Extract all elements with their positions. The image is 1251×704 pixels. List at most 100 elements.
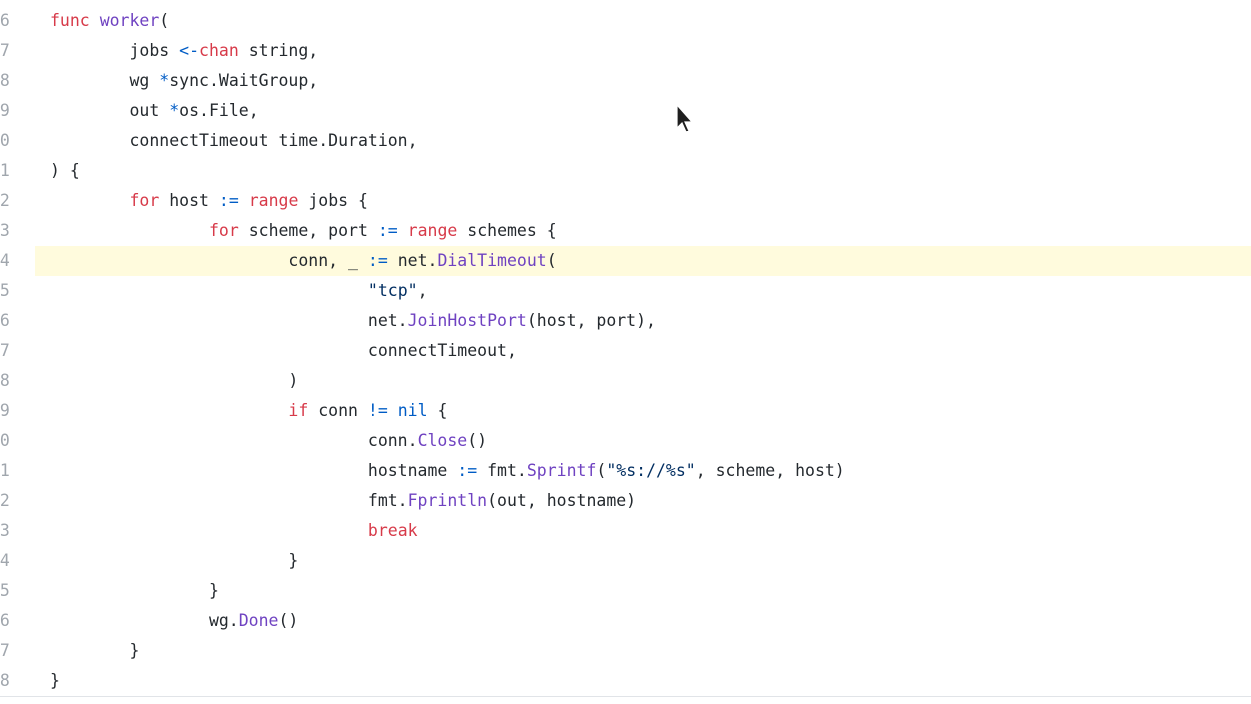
code-token: DialTimeout <box>437 251 547 270</box>
code-line[interactable]: 04 conn, _ := net.DialTimeout( <box>0 246 1251 276</box>
code-token: sync.WaitGroup, <box>169 71 319 90</box>
code-token: := <box>457 461 478 480</box>
code-text: ) <box>50 366 298 396</box>
line-number[interactable]: 10 <box>0 426 20 456</box>
code-text: hostname := fmt.Sprintf("%s://%s", schem… <box>50 456 845 486</box>
line-number[interactable]: 17 <box>0 636 20 666</box>
code-line[interactable]: 01) { <box>0 156 1251 186</box>
code-token: () <box>278 611 299 630</box>
code-line[interactable]: 02 for host := range jobs { <box>0 186 1251 216</box>
code-token: for <box>129 191 160 210</box>
code-line[interactable]: 18} <box>0 666 1251 696</box>
code-text: net.JoinHostPort(host, port), <box>50 306 656 336</box>
code-text: wg *sync.WaitGroup, <box>50 66 318 96</box>
code-text: conn.Close() <box>50 426 487 456</box>
code-line[interactable]: 14 } <box>0 546 1251 576</box>
line-number[interactable]: 18 <box>0 666 20 696</box>
line-number[interactable]: 15 <box>0 576 20 606</box>
code-token: break <box>367 521 418 540</box>
line-number[interactable]: 11 <box>0 456 20 486</box>
line-number[interactable]: 06 <box>0 306 20 336</box>
mouse-pointer-icon <box>676 104 694 133</box>
code-token: JoinHostPort <box>407 311 527 330</box>
line-number[interactable]: 12 <box>0 486 20 516</box>
code-token: nil <box>397 401 428 420</box>
code-line[interactable]: 99 out *os.File, <box>0 96 1251 126</box>
code-token: { <box>427 401 448 420</box>
line-number[interactable]: 99 <box>0 96 20 126</box>
code-token: chan <box>199 41 239 60</box>
code-text: wg.Done() <box>50 606 298 636</box>
code-text: jobs <-chan string, <box>50 36 318 66</box>
code-token: connectTimeout time.Duration, <box>50 131 418 150</box>
line-number[interactable]: 96 <box>0 6 20 36</box>
code-token: fmt. <box>50 491 408 510</box>
code-line[interactable]: 98 wg *sync.WaitGroup, <box>0 66 1251 96</box>
code-line[interactable]: 97 jobs <-chan string, <box>0 36 1251 66</box>
line-number[interactable]: 01 <box>0 156 20 186</box>
code-line[interactable]: 00 connectTimeout time.Duration, <box>0 126 1251 156</box>
code-text: connectTimeout time.Duration, <box>50 126 418 156</box>
code-token: net. <box>387 251 438 270</box>
line-number[interactable]: 14 <box>0 546 20 576</box>
code-line[interactable]: 15 } <box>0 576 1251 606</box>
code-line[interactable]: 03 for scheme, port := range schemes { <box>0 216 1251 246</box>
line-number[interactable]: 07 <box>0 336 20 366</box>
code-token: Done <box>238 611 279 630</box>
line-number[interactable]: 98 <box>0 66 20 96</box>
line-number[interactable]: 08 <box>0 366 20 396</box>
code-token: jobs { <box>298 191 368 210</box>
code-token: , <box>417 281 428 300</box>
line-number[interactable]: 09 <box>0 396 20 426</box>
code-line[interactable]: 05 "tcp", <box>0 276 1251 306</box>
code-line[interactable]: 96 func worker( <box>0 6 1251 36</box>
code-token: } <box>50 551 299 570</box>
line-number[interactable]: 00 <box>0 126 20 156</box>
code-line[interactable]: 11 hostname := fmt.Sprintf("%s://%s", sc… <box>0 456 1251 486</box>
line-number[interactable]: 03 <box>0 216 20 246</box>
code-token: (out, hostname) <box>487 491 637 510</box>
code-token: jobs <box>50 41 180 60</box>
code-token: wg. <box>50 611 239 630</box>
code-token: Close <box>417 431 468 450</box>
code-line[interactable]: 09 if conn != nil { <box>0 396 1251 426</box>
code-token: "tcp" <box>367 281 418 300</box>
code-line[interactable]: 16 wg.Done() <box>0 606 1251 636</box>
line-number[interactable]: 05 <box>0 276 20 306</box>
line-number[interactable]: 97 <box>0 36 20 66</box>
code-text: connectTimeout, <box>50 336 517 366</box>
code-token: range <box>248 191 299 210</box>
code-text: for host := range jobs { <box>50 186 368 216</box>
code-token: ( <box>159 11 170 30</box>
code-line[interactable]: 08 ) <box>0 366 1251 396</box>
line-number[interactable]: 04 <box>0 246 20 276</box>
code-text: if conn != nil { <box>50 396 447 426</box>
code-token: wg <box>50 71 160 90</box>
code-token: ( <box>596 461 607 480</box>
code-token: () <box>467 431 488 450</box>
code-line[interactable]: 17 } <box>0 636 1251 666</box>
code-token: , scheme, host) <box>695 461 845 480</box>
line-number[interactable]: 02 <box>0 186 20 216</box>
line-number[interactable]: 13 <box>0 516 20 546</box>
code-line[interactable]: 06 net.JoinHostPort(host, port), <box>0 306 1251 336</box>
code-text: "tcp", <box>50 276 428 306</box>
code-text: } <box>50 666 60 696</box>
code-token: hostname <box>50 461 458 480</box>
code-token: * <box>169 101 180 120</box>
code-token: } <box>50 641 140 660</box>
code-text: for scheme, port := range schemes { <box>50 216 557 246</box>
line-number[interactable]: 16 <box>0 606 20 636</box>
code-line[interactable]: 12 fmt.Fprintln(out, hostname) <box>0 486 1251 516</box>
code-token: ( <box>546 251 557 270</box>
code-line[interactable]: 07 connectTimeout, <box>0 336 1251 366</box>
code-line[interactable]: 10 conn.Close() <box>0 426 1251 456</box>
code-token: <- <box>179 41 200 60</box>
code-line[interactable]: 13 break <box>0 516 1251 546</box>
code-token: conn, _ <box>50 251 368 270</box>
code-view[interactable]: 96func worker(97 jobs <-chan string,98 w… <box>0 0 1251 704</box>
code-token: range <box>407 221 458 240</box>
code-token: worker <box>99 11 160 30</box>
